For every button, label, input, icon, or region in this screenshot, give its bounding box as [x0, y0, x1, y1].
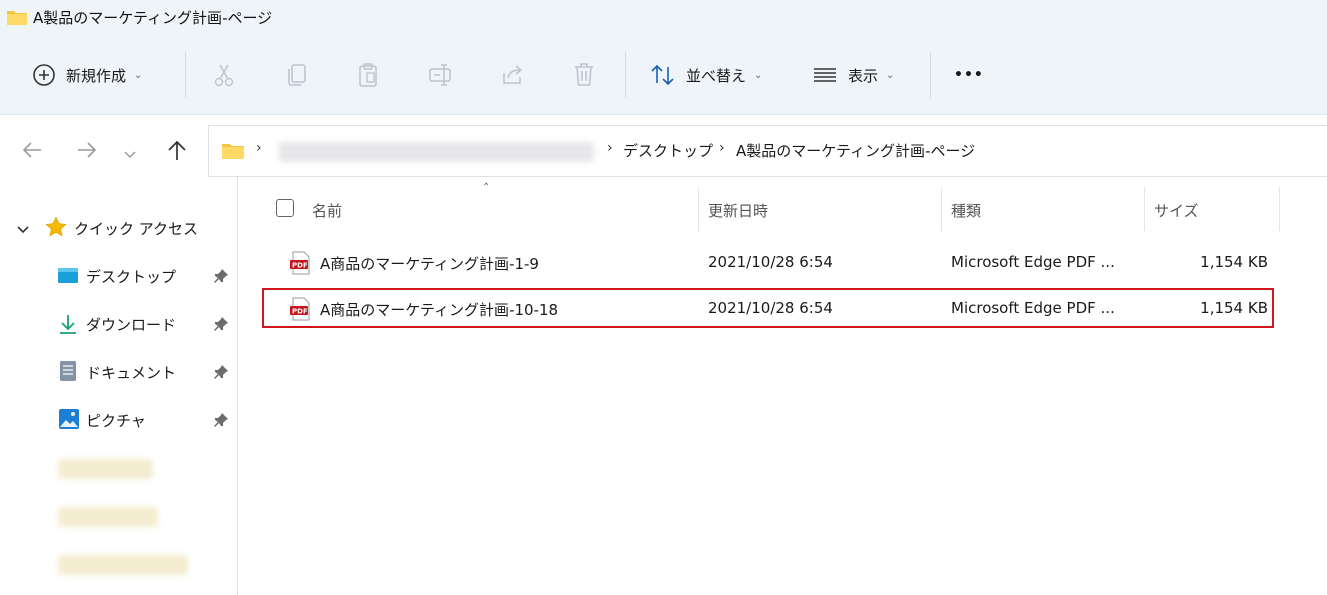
breadcrumb-separator-icon: ›	[719, 140, 725, 156]
file-size: 1,154 KB	[1200, 253, 1268, 271]
copy-button[interactable]	[285, 36, 309, 114]
file-size: 1,154 KB	[1200, 299, 1268, 317]
breadcrumb-desktop[interactable]: デスクトップ	[623, 140, 713, 161]
clipboard-icon	[356, 62, 380, 88]
breadcrumb-separator-icon: ›	[256, 140, 262, 156]
chevron-down-icon	[16, 221, 30, 239]
chevron-down-icon: ⌄	[754, 69, 763, 81]
up-button[interactable]	[163, 137, 191, 167]
pin-icon	[213, 268, 229, 288]
file-name: A商品のマーケティング計画-10-18	[320, 301, 559, 319]
folder-icon	[221, 142, 245, 164]
svg-text:PDF: PDF	[292, 307, 308, 315]
sidebar-item-downloads[interactable]: ダウンロード	[0, 306, 237, 342]
file-modified: 2021/10/28 6:54	[708, 253, 833, 271]
sidebar-quick-access-label: クイック アクセス	[74, 220, 199, 238]
separator	[625, 52, 626, 98]
chevron-down-icon: ⌄	[134, 69, 143, 81]
pdf-file-icon: PDF	[290, 251, 312, 279]
sort-button[interactable]: 並べ替え ⌄	[650, 36, 762, 114]
rename-icon	[428, 63, 454, 87]
pin-icon	[213, 316, 229, 336]
column-header-type[interactable]: 種類	[951, 200, 981, 244]
separator	[930, 52, 931, 98]
column-header-name[interactable]: 名前	[312, 200, 342, 244]
pin-icon	[213, 364, 229, 384]
breadcrumb-current-folder[interactable]: A製品のマーケティング計画-ページ	[736, 140, 975, 161]
pin-icon	[213, 412, 229, 432]
more-button[interactable]: •••	[954, 36, 984, 114]
file-name: A商品のマーケティング計画-1-9	[320, 255, 539, 273]
list-view-icon	[812, 63, 838, 87]
arrow-left-icon	[21, 140, 43, 165]
picture-icon	[58, 408, 80, 434]
column-header-modified[interactable]: 更新日時	[708, 200, 768, 244]
arrow-right-icon	[76, 140, 98, 165]
file-row[interactable]: PDF A商品のマーケティング計画-1-9 2021/10/28 6:54 Mi…	[262, 243, 1274, 281]
star-icon	[45, 216, 67, 242]
redacted-folder	[58, 459, 153, 479]
title-bar: A製品のマーケティング計画-ページ	[0, 0, 1327, 36]
download-icon	[58, 313, 78, 339]
new-button-label: 新規作成	[66, 66, 127, 85]
forward-button[interactable]	[73, 137, 101, 167]
copy-icon	[285, 62, 309, 88]
navigation-pane: クイック アクセス デスクトップ ダウンロード ドキュメント ピクチャ	[0, 177, 238, 595]
redacted-folder	[58, 555, 188, 575]
sidebar-item-label: ドキュメント	[86, 364, 177, 382]
cut-button[interactable]	[212, 36, 236, 114]
paste-button[interactable]	[356, 36, 380, 114]
sidebar-item-label: ピクチャ	[86, 412, 146, 430]
column-header-size[interactable]: サイズ	[1154, 200, 1199, 244]
file-row-highlighted[interactable]: PDF A商品のマーケティング計画-10-18 2021/10/28 6:54 …	[262, 288, 1274, 328]
file-modified: 2021/10/28 6:54	[708, 299, 833, 317]
plus-circle-icon	[32, 63, 56, 87]
more-icon: •••	[954, 67, 984, 83]
sidebar-item-documents[interactable]: ドキュメント	[0, 354, 237, 390]
desktop-icon	[57, 266, 79, 290]
sidebar-item-label: ダウンロード	[86, 316, 177, 334]
command-bar: 新規作成 ⌄ 並べ替え ⌄ 表示 ⌄ •••	[0, 36, 1327, 115]
sort-icon	[650, 63, 676, 87]
view-button[interactable]: 表示 ⌄	[812, 36, 894, 114]
trash-icon	[572, 62, 596, 88]
new-button[interactable]: 新規作成 ⌄	[32, 36, 142, 114]
scissors-icon	[212, 62, 236, 88]
window-title: A製品のマーケティング計画-ページ	[33, 9, 273, 27]
recent-locations-button[interactable]	[116, 137, 144, 167]
rename-button[interactable]	[428, 36, 454, 114]
select-all-checkbox[interactable]	[276, 199, 294, 217]
sidebar-item-desktop[interactable]: デスクトップ	[0, 258, 237, 294]
sort-button-label: 並べ替え	[686, 66, 747, 85]
separator	[185, 52, 186, 98]
arrow-up-icon	[166, 139, 188, 166]
sidebar-quick-access[interactable]: クイック アクセス	[0, 210, 237, 246]
share-button[interactable]	[500, 36, 526, 114]
redacted-folder	[58, 507, 158, 527]
file-type: Microsoft Edge PDF ...	[951, 253, 1115, 271]
sidebar-item-label: デスクトップ	[86, 268, 177, 286]
back-button[interactable]	[18, 137, 46, 167]
document-icon	[59, 360, 77, 386]
column-divider[interactable]	[1144, 187, 1145, 231]
sort-ascending-icon: ⌃	[482, 182, 491, 193]
column-divider[interactable]	[1279, 187, 1280, 231]
view-button-label: 表示	[848, 66, 879, 85]
delete-button[interactable]	[572, 36, 596, 114]
sidebar-item-pictures[interactable]: ピクチャ	[0, 402, 237, 438]
chevron-down-icon: ⌄	[886, 69, 895, 81]
svg-text:PDF: PDF	[292, 261, 308, 269]
pdf-file-icon: PDF	[290, 297, 312, 325]
breadcrumb-separator-icon: ›	[607, 140, 613, 156]
folder-icon	[6, 8, 28, 30]
chevron-down-icon	[123, 140, 137, 164]
column-divider[interactable]	[698, 187, 699, 231]
file-type: Microsoft Edge PDF ...	[951, 299, 1115, 317]
share-icon	[500, 63, 526, 87]
column-divider[interactable]	[941, 187, 942, 231]
address-bar[interactable]: › › デスクトップ › A製品のマーケティング計画-ページ	[208, 125, 1327, 177]
redacted-path	[279, 142, 594, 162]
